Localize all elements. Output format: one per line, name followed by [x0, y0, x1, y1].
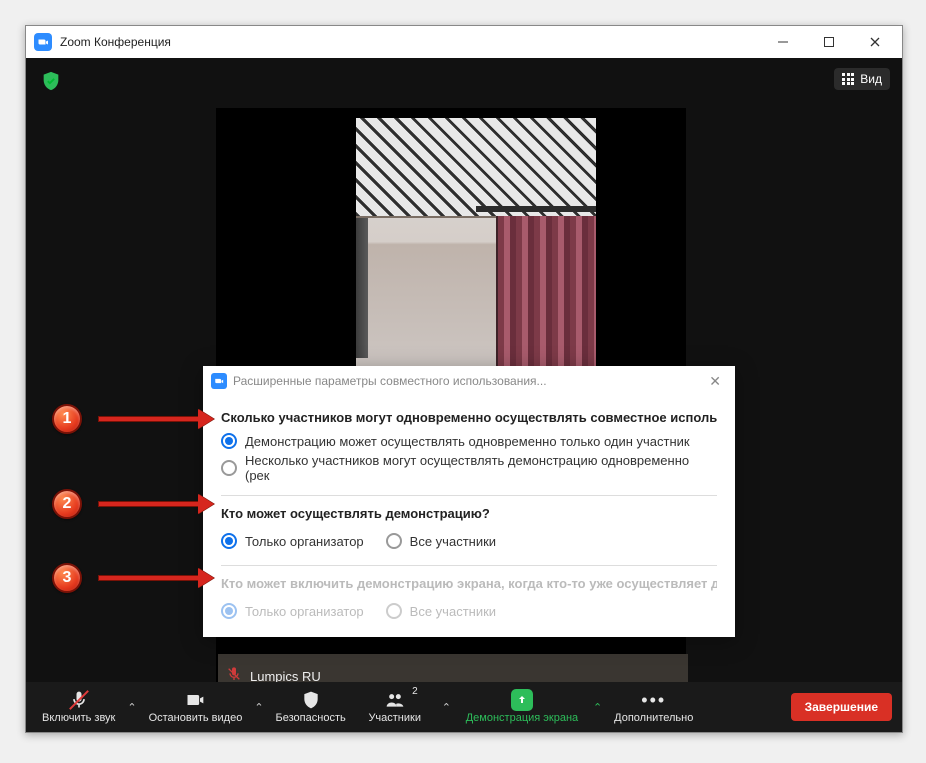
- annotation-arrow-3: [98, 570, 214, 586]
- option-2-2[interactable]: Все участники: [386, 533, 496, 549]
- share-screen-button[interactable]: Демонстрация экрана: [457, 688, 587, 726]
- share-chevron-icon[interactable]: ⌃: [589, 701, 606, 714]
- dialog-title: Расширенные параметры совместного исполь…: [233, 374, 703, 388]
- option-label: Только организатор: [245, 534, 364, 549]
- dialog-titlebar: Расширенные параметры совместного исполь…: [203, 366, 735, 396]
- more-button[interactable]: ••• Дополнительно: [608, 688, 699, 726]
- advanced-sharing-dialog: Расширенные параметры совместного исполь…: [203, 366, 735, 637]
- option-label: Все участники: [410, 604, 496, 619]
- video-tile[interactable]: [356, 118, 596, 393]
- dialog-section-3: Кто может включить демонстрацию экрана, …: [221, 576, 717, 623]
- shield-icon: [301, 690, 321, 710]
- end-meeting-button[interactable]: Завершение: [791, 693, 892, 721]
- dialog-close-button[interactable]: ✕: [703, 369, 727, 394]
- option-label: Несколько участников могут осуществлять …: [245, 453, 717, 483]
- audio-chevron-icon[interactable]: ⌃: [123, 701, 140, 714]
- encryption-shield-icon[interactable]: [40, 70, 62, 92]
- audio-label: Включить звук: [42, 712, 115, 724]
- option-label: Демонстрацию может осуществлять одноврем…: [245, 434, 690, 449]
- window-maximize-button[interactable]: [806, 26, 852, 58]
- annotation-marker-2: 2: [52, 489, 82, 519]
- video-button[interactable]: Остановить видео: [143, 688, 249, 726]
- annotation-arrow-1: [98, 411, 214, 427]
- video-label: Остановить видео: [149, 712, 243, 724]
- question-2: Кто может осуществлять демонстрацию?: [221, 506, 717, 521]
- option-1-2[interactable]: Несколько участников могут осуществлять …: [221, 453, 717, 483]
- radio-icon: [221, 533, 237, 549]
- view-mode-button[interactable]: Вид: [834, 68, 890, 90]
- radio-icon: [386, 603, 402, 619]
- window-minimize-button[interactable]: [760, 26, 806, 58]
- mic-muted-icon: [69, 690, 89, 710]
- window-close-button[interactable]: [852, 26, 898, 58]
- annotation-arrow-2: [98, 496, 214, 512]
- dialog-section-2: Кто может осуществлять демонстрацию? Тол…: [221, 506, 717, 553]
- camera-icon: [185, 690, 205, 710]
- zoom-logo-icon: [34, 33, 52, 51]
- more-dots-icon: •••: [641, 690, 666, 710]
- participants-count: 2: [412, 686, 418, 697]
- window-title: Zoom Конференция: [60, 35, 171, 49]
- radio-icon: [221, 603, 237, 619]
- question-1: Сколько участников могут одновременно ос…: [221, 410, 717, 425]
- option-2-1[interactable]: Только организатор: [221, 533, 364, 549]
- option-label: Только организатор: [245, 604, 364, 619]
- separator: [221, 495, 717, 496]
- video-content: [476, 206, 596, 212]
- security-label: Безопасность: [276, 712, 346, 724]
- annotation-marker-3: 3: [52, 563, 82, 593]
- video-content: [356, 118, 596, 218]
- annotation-marker-1: 1: [52, 404, 82, 434]
- grid-icon: [842, 73, 854, 85]
- option-3-2: Все участники: [386, 603, 496, 619]
- video-chevron-icon[interactable]: ⌃: [250, 701, 267, 714]
- option-label: Все участники: [410, 534, 496, 549]
- separator: [221, 565, 717, 566]
- dialog-body: Сколько участников могут одновременно ос…: [203, 396, 735, 637]
- titlebar: Zoom Конференция: [26, 26, 902, 58]
- view-label: Вид: [860, 72, 882, 86]
- more-label: Дополнительно: [614, 712, 693, 724]
- radio-icon: [221, 433, 237, 449]
- participants-button[interactable]: 2 Участники: [354, 688, 436, 726]
- share-icon: [511, 690, 533, 710]
- dialog-section-1: Сколько участников могут одновременно ос…: [221, 410, 717, 483]
- audio-button[interactable]: Включить звук: [36, 688, 121, 726]
- radio-icon: [221, 460, 237, 476]
- zoom-logo-icon: [211, 373, 227, 389]
- video-content: [356, 218, 368, 358]
- participants-icon: [385, 690, 405, 710]
- radio-icon: [386, 533, 402, 549]
- share-label: Демонстрация экрана: [466, 712, 578, 724]
- bottom-toolbar: Включить звук ⌃ Остановить видео ⌃ Безоп…: [26, 682, 902, 732]
- security-button[interactable]: Безопасность: [270, 688, 352, 726]
- option-1-1[interactable]: Демонстрацию может осуществлять одноврем…: [221, 433, 717, 449]
- option-3-1: Только организатор: [221, 603, 364, 619]
- participants-label: Участники: [368, 712, 421, 724]
- participants-chevron-icon[interactable]: ⌃: [438, 701, 455, 714]
- question-3: Кто может включить демонстрацию экрана, …: [221, 576, 717, 591]
